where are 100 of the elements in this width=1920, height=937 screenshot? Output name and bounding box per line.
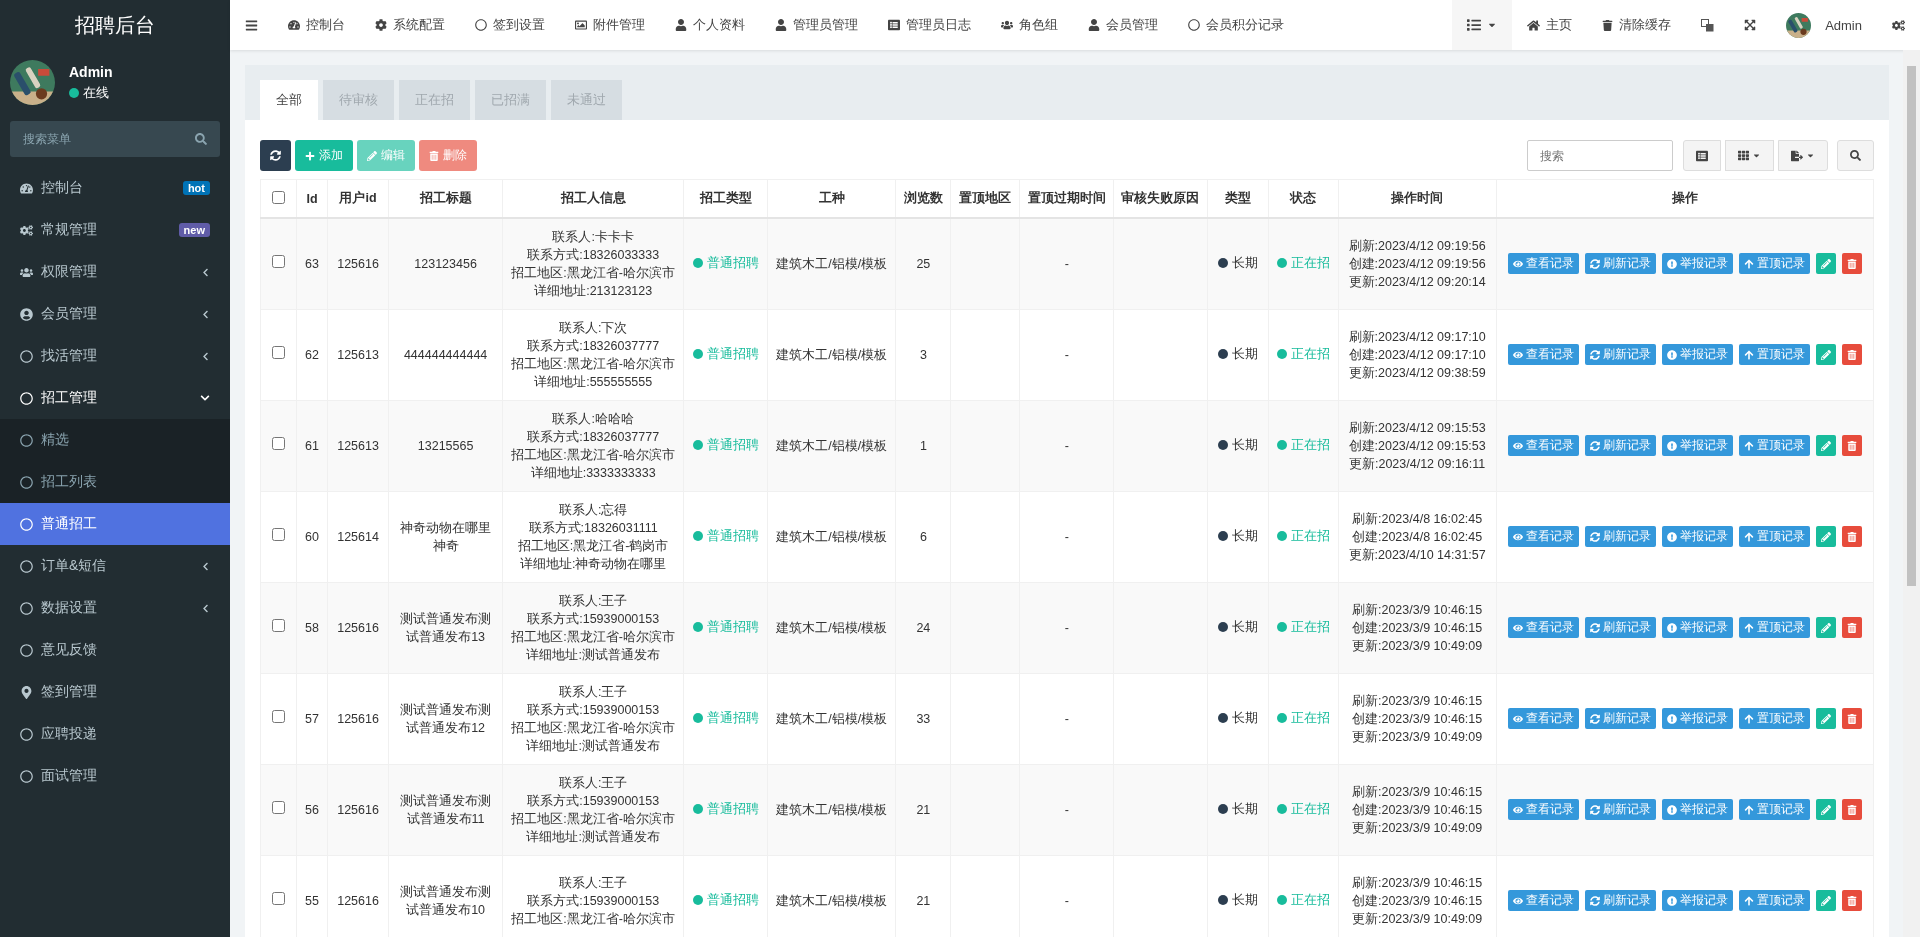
clear-cache-link[interactable]: 清除缓存	[1587, 0, 1687, 50]
menu-item[interactable]: 控制台 hot	[0, 167, 230, 209]
nav-link[interactable]: 个人资料	[660, 0, 760, 50]
checkbox[interactable]	[272, 436, 285, 450]
delete-button[interactable]	[1841, 708, 1862, 729]
nav-link[interactable]: 管理员日志	[873, 0, 986, 50]
record-button[interactable]: 刷新记录	[1584, 890, 1656, 911]
record-button[interactable]: 置顶记录	[1738, 890, 1810, 911]
chevron-left-icon	[201, 351, 210, 361]
record-button[interactable]: 举报记录	[1661, 890, 1733, 911]
delete-button[interactable]	[1841, 890, 1862, 911]
search-field[interactable]: 搜索	[1527, 140, 1673, 171]
checkbox[interactable]	[272, 190, 285, 204]
record-button[interactable]: 刷新记录	[1584, 344, 1656, 365]
search-button[interactable]	[1837, 140, 1874, 171]
menu-search-field[interactable]: 搜索菜单	[10, 121, 220, 157]
delete-button[interactable]	[1841, 799, 1862, 820]
menu-item[interactable]: 数据设置	[0, 587, 230, 629]
user-menu[interactable]: Admin	[1771, 0, 1877, 50]
record-button[interactable]: 查看记录	[1507, 617, 1579, 638]
menu-item[interactable]: 会员管理	[0, 293, 230, 335]
edit-button[interactable]	[1815, 344, 1836, 365]
edit-button[interactable]	[1815, 526, 1836, 547]
record-button[interactable]: 置顶记录	[1738, 799, 1810, 820]
nav-link[interactable]: 附件管理	[560, 0, 660, 50]
record-button[interactable]: 查看记录	[1507, 890, 1579, 911]
menu-item[interactable]: 订单&短信	[0, 545, 230, 587]
edit-button[interactable]	[1815, 253, 1836, 275]
nav-link[interactable]: 会员积分记录	[1173, 0, 1299, 50]
nav-link[interactable]: 会员管理	[1073, 0, 1173, 50]
record-button[interactable]: 刷新记录	[1584, 799, 1656, 820]
home-link[interactable]: 主页	[1512, 0, 1588, 50]
delete-button[interactable]	[1841, 617, 1862, 638]
refresh-button[interactable]	[260, 140, 291, 171]
edit-button[interactable]	[1815, 708, 1836, 729]
menu-item[interactable]: 找活管理	[0, 335, 230, 377]
record-button[interactable]: 查看记录	[1507, 253, 1579, 275]
record-button[interactable]: 举报记录	[1661, 799, 1733, 820]
menu-item[interactable]: 精选	[0, 419, 230, 461]
delete-button[interactable]	[1841, 526, 1862, 547]
record-button[interactable]: 刷新记录	[1584, 253, 1656, 275]
record-button[interactable]: 刷新记录	[1584, 526, 1656, 547]
nav-link[interactable]: 管理员管理	[760, 0, 873, 50]
record-button[interactable]: 刷新记录	[1584, 435, 1656, 456]
record-button[interactable]: 置顶记录	[1738, 344, 1810, 365]
record-button[interactable]: 刷新记录	[1584, 708, 1656, 729]
record-button[interactable]: 举报记录	[1661, 435, 1733, 456]
record-button[interactable]: 查看记录	[1507, 344, 1579, 365]
checkbox[interactable]	[272, 254, 285, 268]
table-cell-line: 联系人:王子	[558, 683, 628, 701]
edit-button[interactable]	[1815, 617, 1836, 638]
record-button[interactable]: 置顶记录	[1738, 253, 1810, 275]
nav-link[interactable]: 签到设置	[460, 0, 560, 50]
menu-item[interactable]: 应聘投递	[0, 713, 230, 755]
edit-button[interactable]	[1815, 890, 1836, 911]
record-button[interactable]: 查看记录	[1507, 526, 1579, 547]
toggle-view-button[interactable]	[1683, 140, 1721, 171]
record-button[interactable]: 置顶记录	[1738, 708, 1810, 729]
checkbox[interactable]	[272, 709, 285, 723]
checkbox[interactable]	[272, 527, 285, 541]
nav-link[interactable]: 角色组	[986, 0, 1073, 50]
tab[interactable]: 全部	[260, 80, 318, 120]
menu-item[interactable]: 意见反馈	[0, 629, 230, 671]
menu-item[interactable]: 面试管理	[0, 755, 230, 797]
status-label: 正在招	[1276, 345, 1330, 363]
menu-item[interactable]: 招工列表	[0, 461, 230, 503]
table-cell-line: 招工地区:黑龙江省-哈尔滨市	[511, 446, 675, 464]
delete-button[interactable]	[1841, 435, 1862, 456]
record-button[interactable]: 置顶记录	[1738, 617, 1810, 638]
add-button[interactable]: 添加	[295, 140, 353, 171]
menu-item[interactable]: 权限管理	[0, 251, 230, 293]
edit-button[interactable]	[1815, 435, 1836, 456]
checkbox[interactable]	[272, 891, 285, 905]
record-button[interactable]: 举报记录	[1661, 617, 1733, 638]
menu-item[interactable]: 普通招工	[0, 503, 230, 545]
record-button[interactable]: 举报记录	[1661, 708, 1733, 729]
delete-button[interactable]	[1841, 344, 1862, 365]
delete-button[interactable]	[1841, 253, 1862, 275]
columns-button[interactable]	[1725, 140, 1774, 171]
record-button[interactable]: 举报记录	[1661, 253, 1733, 275]
checkbox[interactable]	[272, 345, 285, 359]
menu-item[interactable]: 招工管理	[0, 377, 230, 419]
edit-button[interactable]	[1815, 799, 1836, 820]
menu-item[interactable]: 常规管理 new	[0, 209, 230, 251]
record-button[interactable]: 置顶记录	[1738, 526, 1810, 547]
checkbox[interactable]	[272, 618, 285, 632]
checkbox[interactable]	[272, 800, 285, 814]
record-button[interactable]: 查看记录	[1507, 435, 1579, 456]
record-button[interactable]: 刷新记录	[1584, 617, 1656, 638]
export-button[interactable]	[1778, 140, 1828, 171]
record-button[interactable]: 查看记录	[1507, 708, 1579, 729]
record-button[interactable]: 举报记录	[1661, 344, 1733, 365]
record-button[interactable]: 置顶记录	[1738, 435, 1810, 456]
table-cell-line: 联系人:王子	[558, 592, 628, 610]
menu-item[interactable]: 签到管理	[0, 671, 230, 713]
nav-link[interactable]: 控制台	[273, 0, 360, 50]
menu-dropdown[interactable]	[1452, 0, 1513, 50]
record-button[interactable]: 举报记录	[1661, 526, 1733, 547]
record-button[interactable]: 查看记录	[1507, 799, 1579, 820]
nav-link[interactable]: 系统配置	[360, 0, 460, 50]
